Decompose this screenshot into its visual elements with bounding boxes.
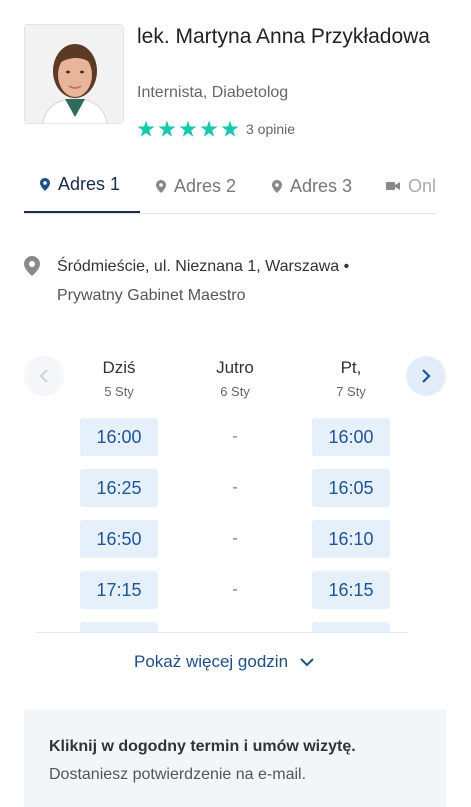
star-icon — [137, 120, 155, 137]
booking-info-box: Kliknij w dogodny termin i umów wizytę. … — [24, 710, 446, 807]
day-header-friday: Pt, 7 Sty — [312, 358, 390, 399]
time-slot[interactable]: 16:25 — [80, 469, 158, 507]
booking-info-title: Kliknij w dogodny termin i umów wizytę. — [49, 738, 356, 755]
doctor-specialty: Internista, Diabetolog — [137, 84, 289, 101]
location-pin-icon — [24, 256, 40, 276]
tab-label: Adres 2 — [174, 175, 237, 196]
next-days-button[interactable] — [406, 356, 446, 396]
map-pin-icon — [272, 179, 282, 193]
rating[interactable]: 3 opinie — [137, 120, 295, 138]
divider — [36, 632, 408, 633]
star-icon — [158, 120, 176, 137]
no-slot: - — [232, 530, 238, 547]
address-tabs: Adres 1 Adres 2 Adres 3 Onli — [24, 158, 436, 214]
map-pin-icon — [156, 179, 166, 193]
day-name: Jutro — [216, 358, 254, 377]
day-date: 7 Sty — [336, 384, 366, 399]
time-slot[interactable] — [312, 622, 390, 632]
show-more-hours-label: Pokaż więcej godzin — [134, 652, 289, 671]
star-icon — [221, 120, 239, 137]
time-slot[interactable]: 16:05 — [312, 469, 390, 507]
doctor-photo — [25, 25, 123, 123]
address-street[interactable]: Śródmieście, ul. Nieznana 1, Warszawa • — [57, 258, 349, 276]
previous-days-button[interactable] — [24, 356, 64, 396]
doctor-profile: lek. Martyna Anna Przykładowa Internista… — [24, 24, 444, 137]
time-slot[interactable]: 16:00 — [80, 418, 158, 456]
show-more-hours-button[interactable]: Pokaż więcej godzin — [134, 652, 314, 672]
star-icon — [179, 120, 197, 137]
no-slot: - — [232, 581, 238, 598]
day-date: 6 Sty — [220, 384, 250, 399]
video-camera-icon — [386, 182, 400, 190]
day-name: Pt, — [340, 358, 362, 377]
day-name: Dziś — [102, 358, 136, 377]
time-slot[interactable]: 17:15 — [80, 571, 158, 609]
no-slot: - — [232, 479, 238, 496]
time-slot[interactable]: 16:50 — [80, 520, 158, 558]
time-slot[interactable]: 16:00 — [312, 418, 390, 456]
day-header-today: Dziś 5 Sty — [80, 358, 158, 399]
chevron-left-icon — [39, 369, 48, 383]
time-slot[interactable] — [80, 622, 158, 632]
tab-address-1[interactable]: Adres 1 — [24, 158, 140, 213]
day-header-tomorrow: Jutro 6 Sty — [196, 358, 274, 399]
no-slot: - — [232, 428, 238, 445]
chevron-right-icon — [422, 369, 431, 383]
star-icon — [200, 120, 218, 137]
reviews-count[interactable]: 3 opinie — [246, 121, 295, 137]
map-pin-icon — [40, 178, 50, 191]
tab-online[interactable]: Onli — [370, 158, 436, 213]
time-slot[interactable]: 16:15 — [312, 571, 390, 609]
clinic-name: Prywatny Gabinet Maestro — [57, 287, 246, 304]
tab-address-2[interactable]: Adres 2 — [140, 158, 237, 213]
doctor-avatar[interactable] — [24, 24, 124, 124]
tab-label: Adres 3 — [290, 175, 353, 196]
slots-friday: 16:00 16:05 16:10 16:15 — [312, 418, 390, 632]
tab-address-3[interactable]: Adres 3 — [256, 158, 353, 213]
tab-label: Adres 1 — [58, 174, 121, 194]
appointment-calendar: Dziś 5 Sty 16:00 16:25 16:50 17:15 Jutro… — [24, 352, 448, 632]
slots-tomorrow: - - - - — [196, 418, 274, 622]
tab-label: Onli — [408, 175, 436, 196]
time-slot[interactable]: 16:10 — [312, 520, 390, 558]
day-date: 5 Sty — [104, 384, 134, 399]
chevron-down-icon — [300, 658, 314, 667]
booking-info-text: Dostaniesz potwierdzenie na e-mail. — [49, 766, 307, 783]
doctor-name[interactable]: lek. Martyna Anna Przykładowa — [137, 24, 437, 49]
slots-today: 16:00 16:25 16:50 17:15 — [80, 418, 158, 632]
